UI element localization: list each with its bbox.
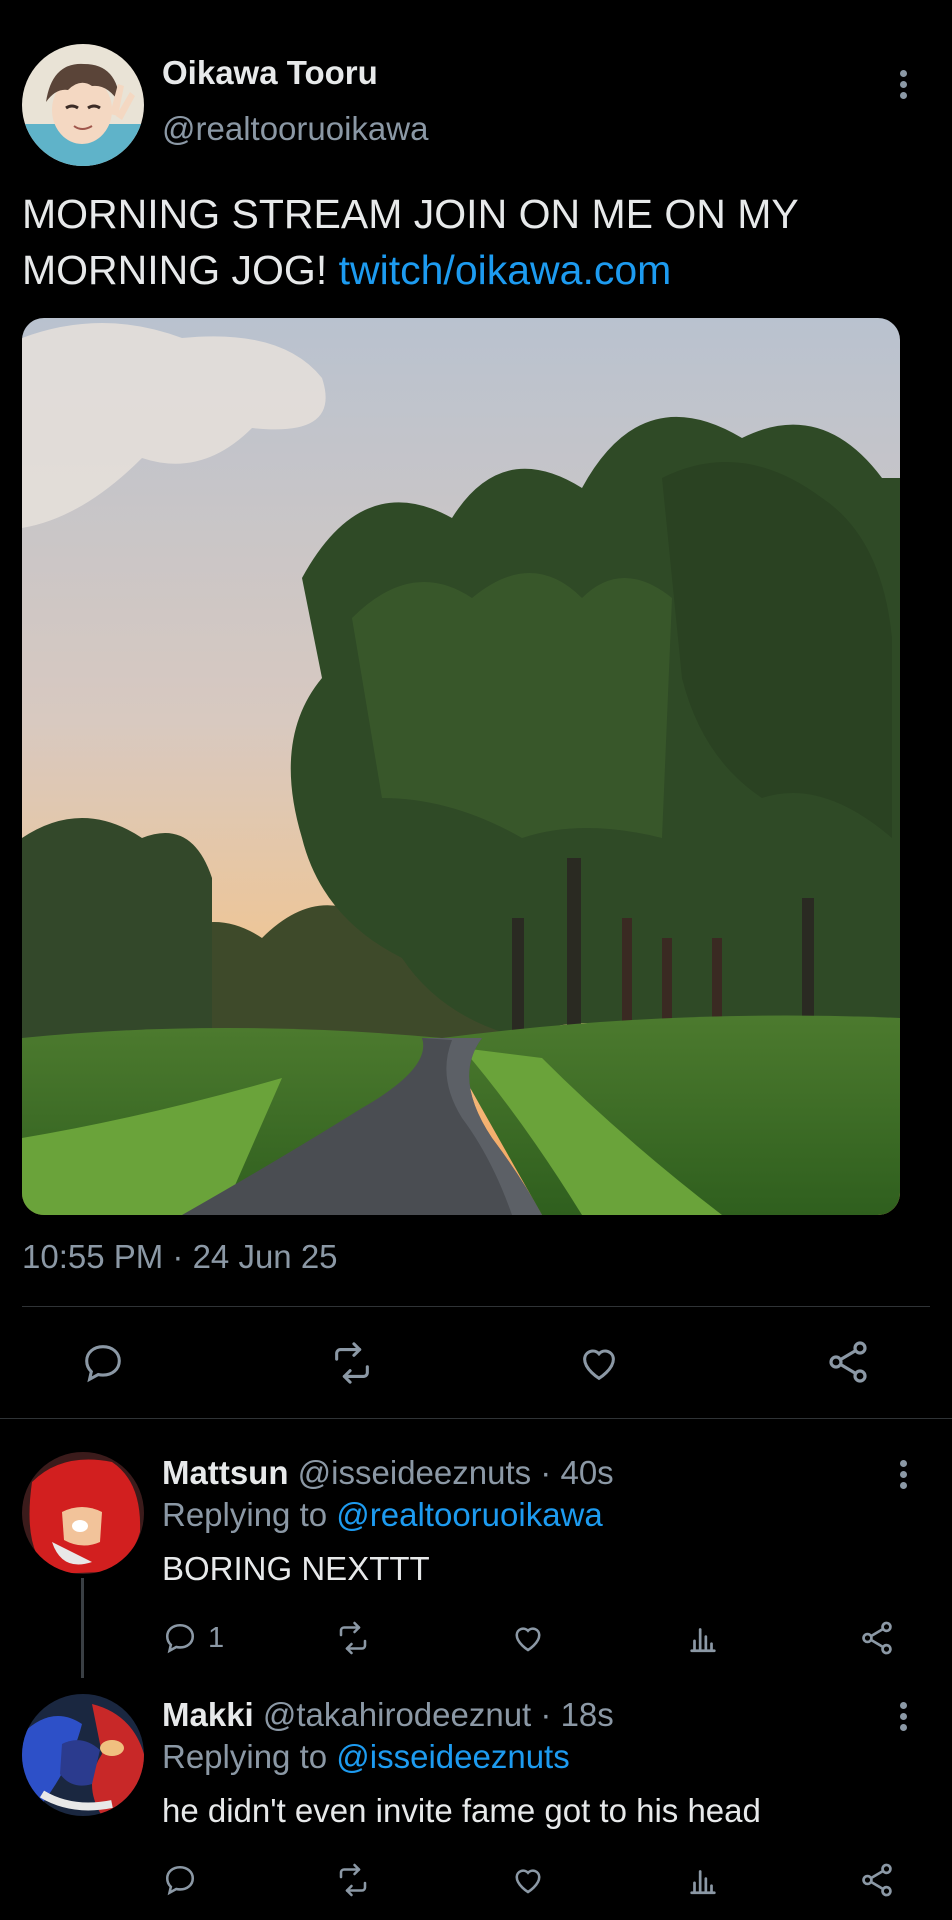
tweet-link[interactable]: twitch/oikawa.com (339, 247, 672, 293)
reply-author-name[interactable]: Makki (162, 1696, 254, 1733)
divider (0, 1418, 952, 1419)
reply-thread-line (81, 1578, 84, 1678)
reply-icon[interactable] (162, 1862, 198, 1898)
replying-to-handle[interactable]: @realtooruoikawa (336, 1496, 602, 1533)
author-handle[interactable]: @realtooruoikawa (162, 110, 428, 148)
reply-item[interactable]: Mattsun @isseideeznuts · 40s Replying to… (0, 1420, 952, 1678)
retweet-icon[interactable] (334, 1862, 372, 1898)
reply-item[interactable]: Makki @takahirodeeznut · 18s Replying to… (0, 1664, 952, 1920)
share-icon[interactable] (858, 1619, 896, 1657)
reply-icon[interactable] (162, 1620, 198, 1656)
retweet-icon[interactable] (328, 1340, 376, 1386)
tweet-timestamp: 10:55 PM · 24 Jun 25 (22, 1238, 338, 1275)
replying-to: Replying to @isseideeznuts (162, 1738, 570, 1776)
like-icon[interactable] (576, 1340, 622, 1386)
reply-separator: · (540, 1454, 552, 1491)
replying-to-prefix: Replying to (162, 1738, 328, 1775)
more-options-icon[interactable] (897, 70, 909, 103)
reply-text: he didn't even invite fame got to his he… (162, 1792, 761, 1829)
author-avatar[interactable] (22, 44, 144, 166)
reply-header: Makki @takahirodeeznut · 18s (162, 1696, 614, 1734)
analytics-icon[interactable] (686, 1620, 720, 1656)
divider (22, 1306, 930, 1307)
tweet-photo[interactable] (22, 318, 900, 1215)
author-name[interactable]: Oikawa Tooru (162, 54, 378, 92)
replying-to: Replying to @realtooruoikawa (162, 1496, 603, 1534)
replying-to-handle[interactable]: @isseideeznuts (336, 1738, 569, 1775)
reply-author-handle[interactable]: @isseideeznuts (298, 1454, 531, 1491)
replying-to-prefix: Replying to (162, 1496, 328, 1533)
reply-avatar[interactable] (22, 1694, 144, 1816)
more-options-icon[interactable] (897, 1460, 909, 1493)
share-icon[interactable] (858, 1861, 896, 1899)
reply-avatar[interactable] (22, 1452, 144, 1574)
analytics-icon[interactable] (686, 1862, 720, 1898)
tweet-text: MORNING STREAM JOIN ON ME ON MY MORNING … (22, 186, 922, 298)
reply-text: BORING NEXTTT (162, 1550, 430, 1587)
reply-separator: · (540, 1696, 552, 1733)
reply-icon[interactable] (80, 1340, 126, 1386)
share-icon[interactable] (824, 1338, 872, 1386)
reply-time: 18s (560, 1696, 614, 1733)
retweet-icon[interactable] (334, 1620, 372, 1656)
more-options-icon[interactable] (897, 1702, 909, 1735)
reply-header: Mattsun @isseideeznuts · 40s (162, 1454, 614, 1492)
like-icon[interactable] (510, 1862, 546, 1898)
reply-author-name[interactable]: Mattsun (162, 1454, 289, 1491)
landscape-photo-icon (22, 318, 900, 1215)
reply-time: 40s (560, 1454, 614, 1491)
reply-count: 1 (208, 1622, 225, 1654)
like-icon[interactable] (510, 1620, 546, 1656)
reply-author-handle[interactable]: @takahirodeeznut (263, 1696, 531, 1733)
